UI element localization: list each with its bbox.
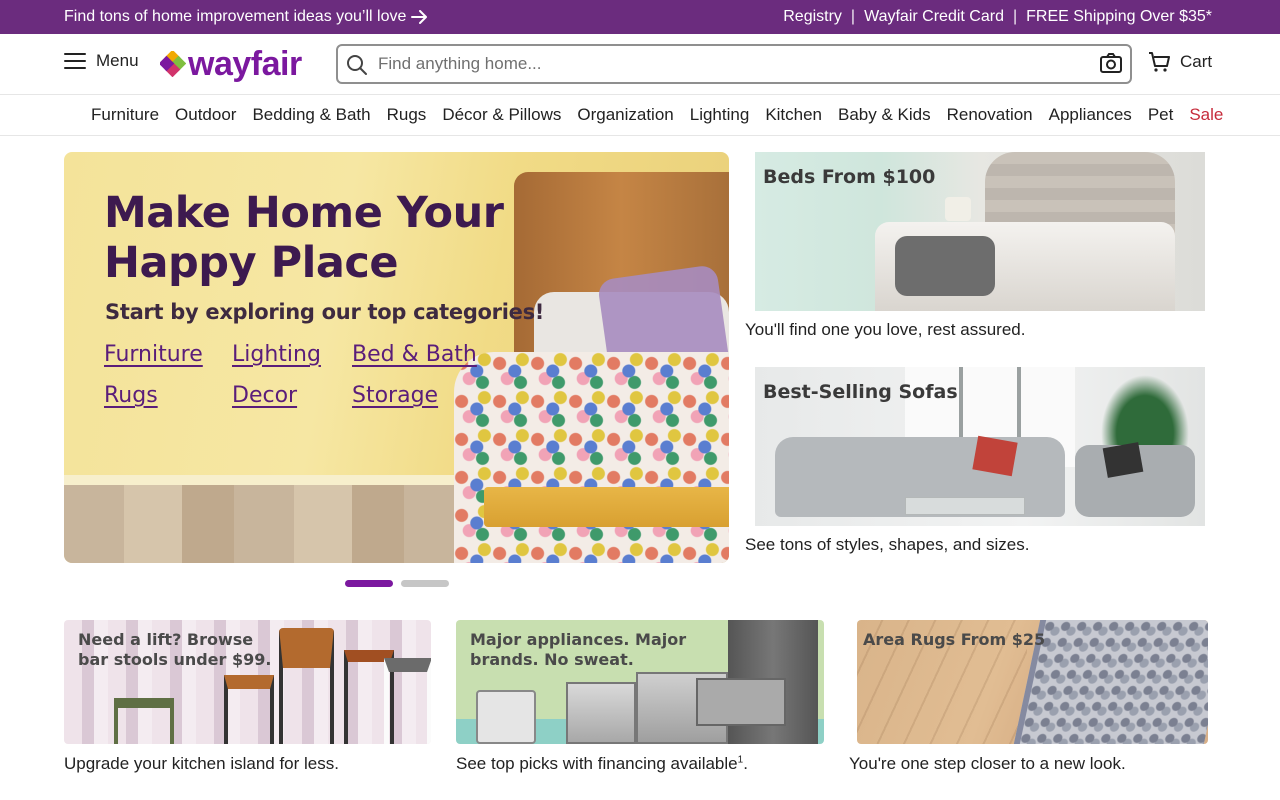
nav-item-sale[interactable]: Sale: [1181, 105, 1231, 125]
rugs-promo-caption: You're one step closer to a new look.: [849, 754, 1126, 773]
sofas-promo-title: Best-Selling Sofas: [763, 381, 958, 403]
nav-item-baby-kids[interactable]: Baby & Kids: [830, 105, 939, 125]
camera-search-icon[interactable]: [1100, 53, 1122, 73]
credit-card-link[interactable]: Wayfair Credit Card: [864, 8, 1004, 26]
appliances-promo-title: Major appliances. Major brands. No sweat…: [470, 630, 687, 669]
bar-stools-promo-image: Need a lift? Browse bar stools under $99…: [64, 620, 431, 744]
carousel-dot-1[interactable]: [345, 580, 393, 587]
nav-item-renovation[interactable]: Renovation: [939, 105, 1041, 125]
hero-link-decor[interactable]: Decor: [232, 383, 352, 408]
dishwasher-graphic: [566, 682, 636, 744]
hero-subtitle: Start by exploring our top categories!: [105, 300, 545, 324]
promo-separator: |: [1012, 8, 1018, 25]
menu-button[interactable]: Menu: [64, 51, 139, 71]
free-shipping-link[interactable]: FREE Shipping Over $35*: [1026, 8, 1212, 26]
nav-item-lighting[interactable]: Lighting: [682, 105, 758, 125]
stool-graphic: [279, 628, 334, 744]
nav-item-organization[interactable]: Organization: [569, 105, 681, 125]
bar-stools-promo-title: Need a lift? Browse bar stools under $99…: [78, 630, 272, 669]
home-improvement-link[interactable]: Find tons of home improvement ideas you’…: [64, 0, 428, 34]
nav-item-bedding-bath[interactable]: Bedding & Bath: [244, 105, 378, 125]
stool-graphic: [224, 675, 274, 744]
promo-bar: Find tons of home improvement ideas you’…: [0, 0, 1280, 34]
appliances-promo-caption: See top picks with financing available1.: [456, 754, 748, 774]
beds-promo-card[interactable]: Beds From $100 You'll find one you love,…: [745, 152, 1208, 352]
nav-item-decor-pillows[interactable]: Décor & Pillows: [434, 105, 569, 125]
search-icon[interactable]: [346, 54, 368, 76]
stool-graphic: [384, 658, 431, 744]
beds-lamp-graphic: [945, 197, 971, 221]
hero-bench-graphic: [484, 487, 729, 527]
search-input[interactable]: [378, 52, 1078, 76]
cart-label: Cart: [1180, 52, 1213, 71]
sofas-cushion-graphic: [972, 435, 1018, 477]
cart-icon: [1149, 52, 1170, 72]
hero-category-links: Furniture Lighting Bed & Bath Rugs Decor…: [104, 342, 524, 408]
appliances-caption-text: See top picks with financing available: [456, 754, 738, 773]
rugs-promo-image: Area Rugs From $25: [857, 620, 1208, 744]
arrow-right-icon: [411, 10, 428, 24]
rugs-promo-title: Area Rugs From $25: [863, 630, 1046, 649]
sofas-cushion-graphic: [1102, 442, 1144, 478]
carousel-dot-2[interactable]: [401, 580, 449, 587]
hero-title: Make Home Your Happy Place: [104, 188, 504, 288]
appliances-promo-image: Major appliances. Major brands. No sweat…: [456, 620, 824, 744]
hero-link-storage[interactable]: Storage: [352, 383, 492, 408]
caption-period: .: [743, 754, 748, 773]
hero-link-bed-bath[interactable]: Bed & Bath: [352, 342, 492, 367]
sofas-promo-caption: See tons of styles, shapes, and sizes.: [745, 535, 1030, 554]
promo-separator: |: [850, 8, 856, 25]
hero-link-furniture[interactable]: Furniture: [104, 342, 232, 367]
nav-item-furniture[interactable]: Furniture: [83, 105, 167, 125]
nav-item-rugs[interactable]: Rugs: [379, 105, 435, 125]
bar-stools-promo-caption: Upgrade your kitchen island for less.: [64, 754, 339, 773]
microwave-graphic: [696, 678, 786, 726]
wayfair-logo[interactable]: wayfair: [160, 44, 302, 84]
logo-wordmark: wayfair: [188, 45, 302, 83]
promo-links: Registry | Wayfair Credit Card | FREE Sh…: [783, 0, 1212, 34]
sofas-promo-card[interactable]: Best-Selling Sofas See tons of styles, s…: [745, 367, 1208, 567]
nav-item-outdoor[interactable]: Outdoor: [167, 105, 244, 125]
nav-item-pet[interactable]: Pet: [1140, 105, 1182, 125]
washer-graphic: [476, 690, 536, 744]
home-improvement-link-text: Find tons of home improvement ideas you’…: [64, 8, 407, 25]
beds-promo-caption: You'll find one you love, rest assured.: [745, 320, 1026, 339]
nav-item-kitchen[interactable]: Kitchen: [757, 105, 830, 125]
hamburger-menu-icon: [64, 53, 86, 69]
sofas-promo-image: Best-Selling Sofas: [755, 367, 1205, 526]
site-header: Menu wayfair Cart: [0, 34, 1280, 95]
sofas-table-graphic: [905, 497, 1025, 515]
wayfair-pinwheel-icon: [160, 51, 186, 77]
hero-banner[interactable]: Make Home Your Happy Place Start by expl…: [64, 152, 729, 563]
cart-button[interactable]: Cart: [1148, 51, 1212, 73]
beds-promo-title: Beds From $100: [763, 166, 936, 188]
menu-label: Menu: [96, 51, 139, 70]
registry-link[interactable]: Registry: [783, 8, 842, 26]
stool-graphic: [114, 698, 174, 744]
category-nav: Furniture Outdoor Bedding & Bath Rugs Dé…: [0, 95, 1280, 136]
carousel-dots: [345, 580, 449, 587]
hero-link-rugs[interactable]: Rugs: [104, 383, 232, 408]
hero-link-lighting[interactable]: Lighting: [232, 342, 352, 367]
nav-item-appliances[interactable]: Appliances: [1041, 105, 1140, 125]
beds-blanket-graphic: [895, 236, 995, 296]
search-box: [336, 44, 1132, 84]
beds-promo-image: Beds From $100: [755, 152, 1205, 311]
